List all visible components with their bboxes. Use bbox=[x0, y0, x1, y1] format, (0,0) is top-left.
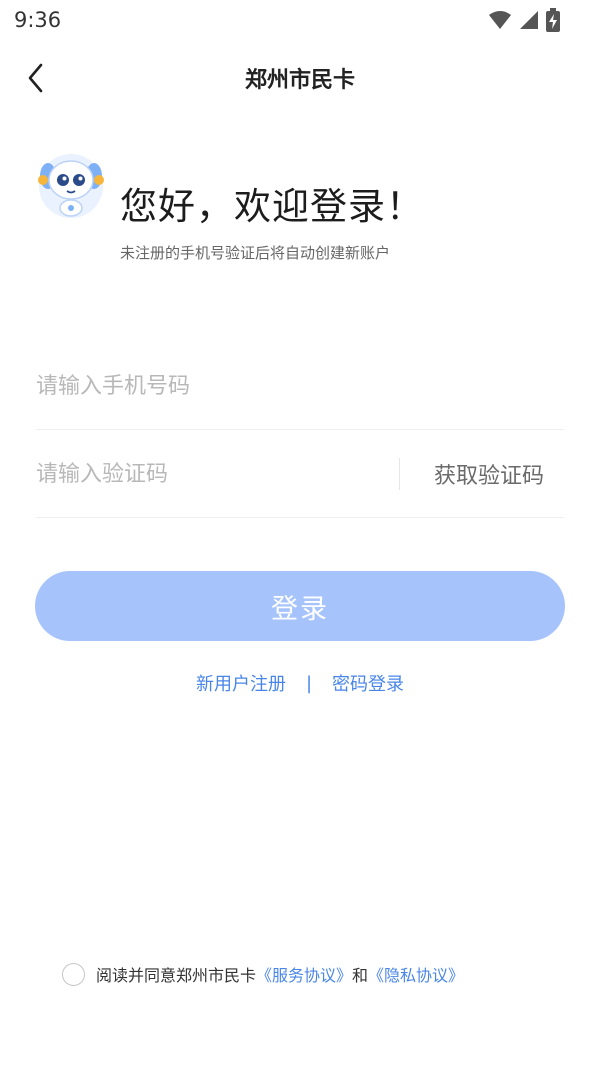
agreement-prefix: 阅读并同意郑州市民卡 bbox=[96, 966, 257, 985]
login-screen: 9:36 郑州市民卡 您好，欢迎登录！ 未注册的手机号验证后将自动创建新账户 请… bbox=[0, 0, 600, 1066]
auth-links: 新用户注册 | 密码登录 bbox=[0, 670, 600, 696]
welcome-subtitle: 未注册的手机号验证后将自动创建新账户 bbox=[120, 244, 391, 262]
status-time: 9:36 bbox=[14, 8, 62, 32]
code-field-row: 获取验证码 bbox=[36, 430, 564, 518]
verification-code-input[interactable] bbox=[36, 452, 376, 496]
status-icons bbox=[488, 8, 560, 32]
mascot-avatar bbox=[36, 150, 106, 220]
nav-bar: 郑州市民卡 bbox=[0, 50, 600, 104]
status-bar: 9:36 bbox=[0, 0, 600, 44]
login-button[interactable]: 登录 bbox=[35, 571, 565, 641]
agreement-and: 和 bbox=[352, 966, 369, 985]
divider bbox=[399, 458, 400, 490]
phone-field-row bbox=[36, 342, 564, 430]
service-agreement-link[interactable]: 《服务协议》 bbox=[256, 962, 352, 986]
agreement-row: 阅读并同意郑州市民卡 《服务协议》 和 《隐私协议》 bbox=[62, 960, 464, 988]
page-title: 郑州市民卡 bbox=[244, 68, 355, 93]
register-link[interactable]: 新用户注册 bbox=[196, 670, 286, 696]
phone-input[interactable] bbox=[36, 364, 376, 408]
welcome-title: 您好，欢迎登录！ bbox=[120, 185, 424, 228]
battery-charging-icon bbox=[546, 8, 560, 32]
robot-mascot-icon bbox=[38, 154, 104, 218]
cellular-signal-icon bbox=[520, 11, 538, 29]
link-separator: | bbox=[305, 672, 313, 694]
password-login-link[interactable]: 密码登录 bbox=[332, 670, 404, 696]
wifi-icon bbox=[489, 11, 511, 29]
get-code-button[interactable]: 获取验证码 bbox=[434, 458, 544, 490]
agreement-checkbox[interactable] bbox=[62, 962, 85, 986]
privacy-agreement-link[interactable]: 《隐私协议》 bbox=[368, 962, 464, 986]
